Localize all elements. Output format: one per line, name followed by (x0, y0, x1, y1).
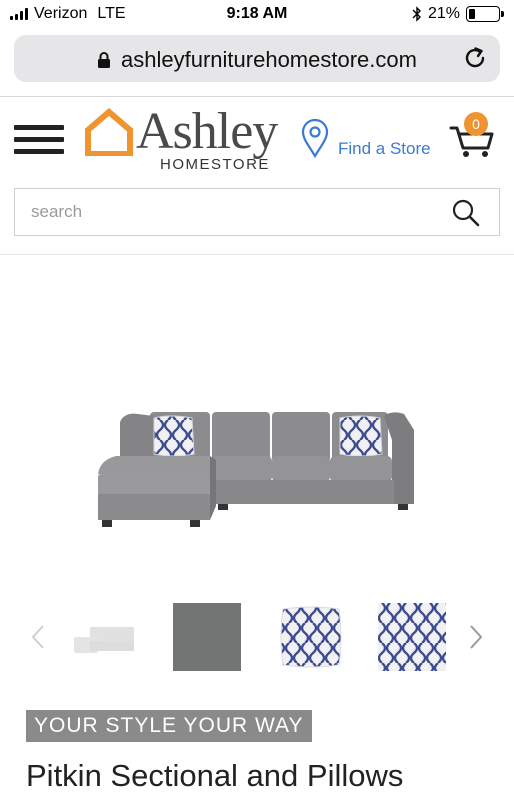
browser-divider (0, 96, 514, 97)
house-logo-icon (85, 108, 133, 156)
battery-icon (466, 6, 504, 22)
logo-word: Ashley (136, 103, 278, 160)
address-bar[interactable]: ashleyfurniturehomestore.com (14, 35, 500, 82)
search-box (14, 188, 500, 236)
cart-button[interactable]: 0 (448, 112, 498, 160)
carrier-label: Verizon (34, 5, 88, 22)
cart-count-badge: 0 (464, 112, 488, 136)
battery-fill (469, 9, 475, 19)
reload-icon[interactable] (462, 45, 488, 71)
product-title: Pitkin Sectional and Pillows (26, 758, 404, 793)
network-label: LTE (97, 5, 126, 22)
thumbnail-prev-icon[interactable] (28, 622, 48, 652)
status-left: Verizon LTE (10, 5, 126, 23)
search-icon[interactable] (451, 198, 481, 228)
signal-icon (10, 8, 28, 20)
style-tagline: YOUR STYLE YOUR WAY (26, 710, 312, 742)
thumbnail-next-icon[interactable] (466, 622, 486, 652)
thumbnail-fabric-swatch[interactable] (173, 603, 241, 671)
map-pin-icon (301, 118, 329, 158)
lock-icon (98, 52, 111, 68)
battery-percent: 21% (427, 5, 460, 22)
thumbnail-sectional[interactable] (70, 603, 138, 671)
url-content: ashleyfurniturehomestore.com (14, 47, 500, 73)
ashley-logo[interactable]: Ashley HOMESTORE (84, 103, 294, 176)
url-text: ashleyfurniturehomestore.com (121, 47, 417, 72)
search-input[interactable] (31, 189, 431, 235)
thumbnail-pillow-closeup[interactable] (378, 603, 446, 671)
product-image-sectional[interactable] (92, 400, 422, 540)
status-bar: Verizon LTE 9:18 AM 21% (0, 0, 514, 30)
logo-subtitle: HOMESTORE (160, 156, 270, 173)
header-divider (0, 254, 514, 255)
find-a-store-label: Find a Store (338, 139, 431, 158)
thumbnail-pillow[interactable] (277, 603, 345, 671)
status-right: 21% (412, 5, 504, 23)
bluetooth-icon (412, 6, 421, 22)
find-a-store-link[interactable]: Find a Store (300, 117, 431, 159)
hamburger-icon[interactable] (14, 123, 64, 157)
